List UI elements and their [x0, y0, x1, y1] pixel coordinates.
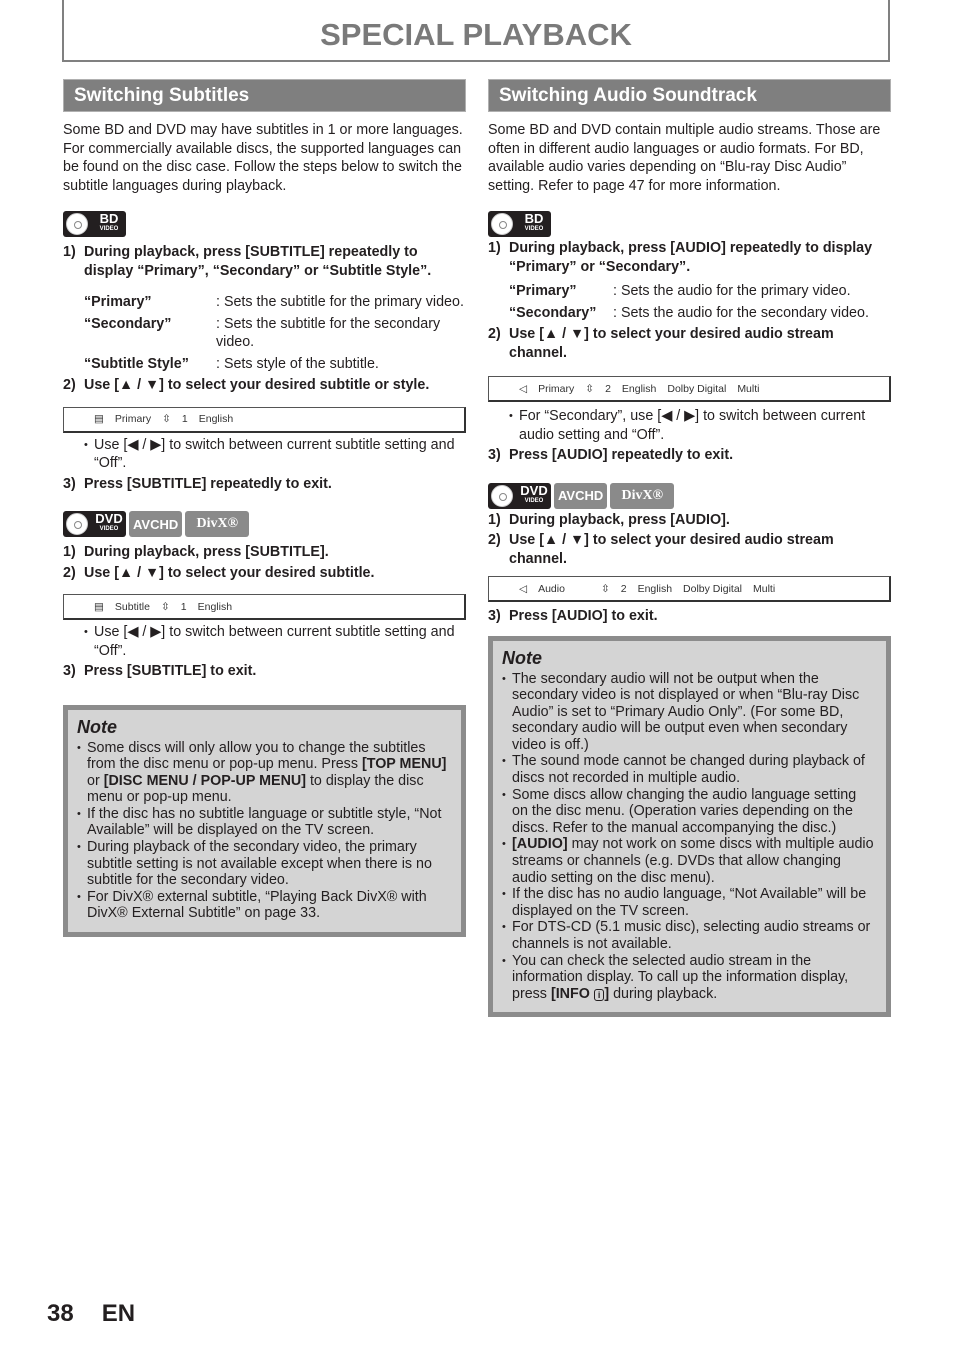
note-item: [AUDIO] may not work on some discs with …	[502, 836, 876, 886]
note-heading: Note	[77, 716, 117, 737]
definition-row: “Secondary”: Sets the subtitle for the s…	[84, 315, 441, 351]
note-list: The secondary audio will not be output w…	[502, 671, 876, 1003]
note-box: Note The secondary audio will not be out…	[488, 635, 891, 1018]
note-box: Note Some discs will only allow you to c…	[63, 704, 466, 938]
note-item: The secondary audio will not be output w…	[502, 671, 876, 754]
dvd-video-disc-icon: DVD VIDEO	[488, 482, 551, 509]
osd-language: English	[637, 582, 673, 595]
osd-track: 2	[605, 382, 611, 395]
osd-mode: Audio	[538, 582, 565, 595]
page-number: 38	[47, 1300, 74, 1327]
disc-badges: DVD VIDEO AVCHD DivX®	[488, 482, 891, 509]
step-3: 3) Press [AUDIO] to exit.	[488, 608, 658, 624]
disc-badges: DVD VIDEO AVCHD DivX®	[63, 511, 466, 537]
section-heading: Switching Subtitles	[63, 79, 466, 112]
definition-row: “Primary”: Sets the subtitle for the pri…	[84, 294, 464, 310]
bullet-item: Use [◀ / ▶] to switch between current su…	[63, 623, 466, 660]
definition-list: “Primary”: Sets the subtitle for the pri…	[84, 293, 466, 373]
up-down-arrow-icon: ⇳	[585, 382, 595, 395]
osd-audio-display: ◁ Audio ⇳ 2 English Dolby Digital Multi	[488, 576, 891, 602]
note-item: You can check the selected audio stream …	[502, 953, 876, 1003]
osd-track: 2	[620, 582, 627, 595]
osd-channels: Multi	[753, 582, 776, 595]
divx-badge: DivX®	[610, 482, 675, 509]
page-footer: 38 EN	[47, 1300, 135, 1328]
language-label: EN	[101, 1300, 136, 1327]
speaker-icon: ◁	[519, 382, 528, 395]
switching-audio-section: Switching Audio Soundtrack Some BD and D…	[488, 79, 891, 1018]
osd-format: Dolby Digital	[667, 382, 727, 395]
divx-badge: DivX®	[185, 511, 250, 537]
osd-channels: Multi	[737, 382, 760, 395]
osd-language: English	[198, 413, 234, 425]
disc-badges: BD VIDEO	[488, 211, 891, 237]
step-1: 1) During playback, press [SUBTITLE].	[63, 544, 329, 560]
definition-row: “Subtitle Style”: Sets style of the subt…	[84, 355, 379, 372]
bd-video-disc-icon: BD VIDEO	[488, 211, 551, 237]
note-item: If the disc has no subtitle language or …	[77, 806, 451, 839]
osd-subtitle-display: ▤ Primary ⇳ 1 English	[63, 406, 466, 433]
osd-subtitle-display: ▤ Subtitle ⇳ 1 English	[63, 594, 466, 620]
definition-list: “Primary”: Sets the audio for the primar…	[509, 282, 891, 322]
avchd-badge: AVCHD	[554, 482, 608, 509]
note-item: The sound mode cannot be changed during …	[502, 753, 876, 786]
step-3: 3) Press [SUBTITLE] to exit.	[63, 663, 257, 679]
speaker-icon: ◁	[519, 582, 528, 595]
intro-paragraph: Some BD and DVD contain multiple audio s…	[488, 122, 881, 194]
switching-subtitles-section: Switching Subtitles Some BD and DVD may …	[63, 79, 466, 938]
up-down-arrow-icon: ⇳	[600, 582, 610, 595]
note-item: For DTS-CD (5.1 music disc), selecting a…	[502, 919, 876, 952]
avchd-badge: AVCHD	[129, 511, 183, 537]
note-list: Some discs will only allow you to change…	[77, 740, 451, 923]
osd-track: 1	[180, 600, 187, 613]
step-1: 1) During playback, press [AUDIO].	[488, 511, 730, 528]
step-3: 3) Press [SUBTITLE] repeatedly to exit.	[63, 475, 332, 492]
note-item: Some discs allow changing the audio lang…	[502, 787, 876, 837]
page-title: SPECIAL PLAYBACK	[320, 17, 632, 52]
info-icon: i	[593, 988, 605, 1001]
step-1: 1) During playback, press [SUBTITLE] repe…	[63, 244, 432, 279]
step-2: 2) Use [▲ / ▼] to select your desired sub…	[63, 377, 430, 393]
osd-audio-display: ◁ Primary ⇳ 2 English Dolby Digital Mult…	[488, 376, 891, 402]
osd-mode: Primary	[538, 382, 575, 395]
disc-badges: BD VIDEO	[63, 211, 466, 237]
bullet-item: For “Secondary”, use [◀ / ▶] to switch b…	[488, 407, 891, 444]
page-title-box: SPECIAL PLAYBACK	[62, 0, 890, 62]
note-heading: Note	[502, 647, 542, 668]
subtitle-icon: ▤	[94, 413, 104, 425]
note-item: During playback of the secondary video, …	[77, 839, 451, 889]
note-item: Some discs will only allow you to change…	[77, 740, 451, 806]
osd-format: Dolby Digital	[683, 582, 742, 595]
step-2: 2) Use [▲ / ▼] to select your desired sub…	[63, 564, 375, 581]
definition-row: “Primary”: Sets the audio for the primar…	[509, 283, 851, 299]
osd-language: English	[197, 600, 233, 613]
osd-track: 1	[181, 413, 188, 425]
step-2: 2) Use [▲ / ▼] to select your desired aud…	[488, 532, 834, 567]
section-heading: Switching Audio Soundtrack	[488, 79, 891, 112]
osd-language: English	[621, 382, 657, 395]
osd-mode: Subtitle	[114, 600, 150, 613]
bullet-item: Use [◀ / ▶] to switch between current su…	[63, 436, 466, 473]
step-1: 1) During playback, press [AUDIO] repeate…	[488, 240, 873, 275]
note-item: For DivX® external subtitle, “Playing Ba…	[77, 889, 451, 922]
step-3: 3) Press [AUDIO] repeatedly to exit.	[488, 447, 734, 463]
up-down-arrow-icon: ⇳	[162, 413, 171, 425]
definition-row: “Secondary”: Sets the audio for the seco…	[509, 304, 869, 321]
step-2: 2) Use [▲ / ▼] to select your desired aud…	[488, 326, 834, 361]
intro-paragraph: Some BD and DVD may have subtitles in 1 …	[63, 122, 463, 194]
bd-video-disc-icon: BD VIDEO	[63, 211, 126, 237]
up-down-arrow-icon: ⇳	[160, 600, 170, 613]
subtitle-icon: ▤	[94, 600, 104, 613]
note-item: If the disc has no audio language, “Not …	[502, 886, 876, 919]
dvd-video-disc-icon: DVD VIDEO	[63, 511, 126, 537]
osd-mode: Primary	[114, 413, 152, 425]
